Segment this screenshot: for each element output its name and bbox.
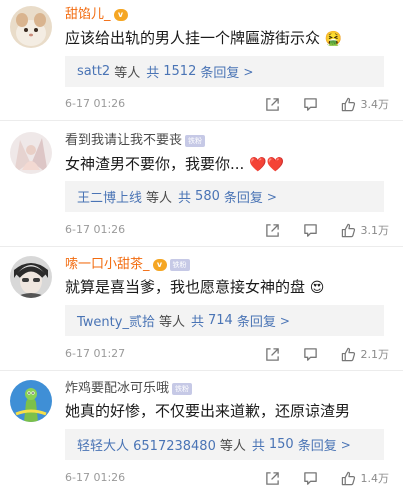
reply-suffix[interactable]: 条回复 <box>200 62 239 81</box>
avatar[interactable] <box>10 380 52 422</box>
comment-feed: 甜馅儿_ v 应该给出轨的男人挂一个牌匾游街示众 🤮 satt2 等人 共 15… <box>0 0 403 493</box>
thumbs-up-icon[interactable] <box>341 222 357 238</box>
reply-suffix[interactable]: 条回复 <box>224 187 263 206</box>
comment-text-body: 她真的好惨，不仅要出来道歉，还原谅渣男 <box>65 402 351 420</box>
like-count: 3.4万 <box>360 98 390 111</box>
comment-item: 嗦一口小甜茶_ v 铁粉 就算是喜当爹，我也愿意接女神的盘 😍 Twenty_贰… <box>0 246 403 370</box>
reply-total-prefix[interactable]: 共 <box>191 311 204 330</box>
comment-icon[interactable] <box>303 222 319 238</box>
reply-total-prefix[interactable]: 共 <box>146 62 159 81</box>
reply-count[interactable]: 1512 <box>163 64 196 79</box>
username[interactable]: 炸鸡要配冰可乐哦 <box>65 380 169 398</box>
comment-item: 甜馅儿_ v 应该给出轨的男人挂一个牌匾游街示众 🤮 satt2 等人 共 15… <box>0 0 403 120</box>
thumbs-up-icon[interactable] <box>341 346 357 362</box>
comment-text: 女神渣男不要你，我要你... ❤️❤️ <box>65 153 284 176</box>
fan-badge: 铁粉 <box>172 383 193 395</box>
replies-summary[interactable]: Twenty_贰拾 等人 共 714 条回复 > <box>65 305 384 336</box>
thumbs-up-icon[interactable] <box>341 96 357 112</box>
username[interactable]: 甜馅儿_ <box>65 6 111 24</box>
comment-text: 她真的好惨，不仅要出来道歉，还原谅渣男 <box>65 400 350 422</box>
share-icon[interactable] <box>265 222 281 238</box>
chevron-right-icon: > <box>266 189 277 204</box>
comment-icon[interactable] <box>303 96 319 112</box>
reply-count[interactable]: 714 <box>208 313 233 328</box>
reply-who-label: 等人 <box>219 439 246 454</box>
like-count: 1.4万 <box>360 472 390 485</box>
avatar[interactable] <box>10 6 52 48</box>
username[interactable]: 看到我请让我不要丧 <box>65 132 182 150</box>
comment-item: 看到我请让我不要丧 铁粉 女神渣男不要你，我要你... ❤️❤️ 王二博上线 等… <box>0 120 403 246</box>
chevron-right-icon: > <box>279 313 290 328</box>
vip-badge-icon: v <box>152 259 167 271</box>
comment-emoji: 🤮 <box>324 31 343 47</box>
reply-who-label: 等人 <box>146 191 173 206</box>
comment-text: 应该给出轨的男人挂一个牌匾游街示众 🤮 <box>65 27 342 50</box>
share-icon[interactable] <box>265 470 281 486</box>
reply-suffix[interactable]: 条回复 <box>237 311 276 330</box>
comment-text-body: 应该给出轨的男人挂一个牌匾游街示众 <box>65 29 321 47</box>
timestamp: 6-17 01:27 <box>65 347 126 360</box>
reply-users[interactable]: Twenty_贰拾 <box>77 311 155 330</box>
comment-text-body: 就算是喜当爹，我也愿意接女神的盘 <box>65 278 306 296</box>
reply-count[interactable]: 150 <box>269 437 294 452</box>
timestamp: 6-17 01:26 <box>65 97 126 110</box>
reply-count[interactable]: 580 <box>195 189 220 204</box>
reply-users[interactable]: 轻轻大人 6517238480 <box>77 435 216 454</box>
like-count: 3.1万 <box>360 224 390 237</box>
like-count: 2.1万 <box>360 348 390 361</box>
comment-emoji: 😍 <box>309 280 325 296</box>
thumbs-up-icon[interactable] <box>341 470 357 486</box>
fan-badge: 铁粉 <box>185 135 206 147</box>
replies-summary[interactable]: satt2 等人 共 1512 条回复 > <box>65 56 384 87</box>
comment-text: 就算是喜当爹，我也愿意接女神的盘 😍 <box>65 276 324 299</box>
comment-item: 炸鸡要配冰可乐哦 铁粉 她真的好惨，不仅要出来道歉，还原谅渣男 轻轻大人 651… <box>0 370 403 493</box>
reply-users[interactable]: satt2 <box>77 64 110 79</box>
reply-who-label: 等人 <box>158 315 185 330</box>
avatar[interactable] <box>10 132 52 174</box>
avatar[interactable] <box>10 256 52 298</box>
comment-emoji: ❤️❤️ <box>249 157 284 173</box>
timestamp: 6-17 01:26 <box>65 471 126 484</box>
comment-icon[interactable] <box>303 470 319 486</box>
chevron-right-icon: > <box>243 64 254 79</box>
reply-users[interactable]: 王二博上线 <box>77 187 142 206</box>
chevron-right-icon: > <box>340 437 351 452</box>
share-icon[interactable] <box>265 346 281 362</box>
comment-icon[interactable] <box>303 346 319 362</box>
timestamp: 6-17 01:26 <box>65 223 126 236</box>
fan-badge: 铁粉 <box>169 259 190 271</box>
reply-total-prefix[interactable]: 共 <box>178 187 191 206</box>
replies-summary[interactable]: 轻轻大人 6517238480 等人 共 150 条回复 > <box>65 429 384 460</box>
replies-summary[interactable]: 王二博上线 等人 共 580 条回复 > <box>65 181 384 212</box>
share-icon[interactable] <box>265 96 281 112</box>
reply-who-label: 等人 <box>114 66 141 81</box>
vip-badge-icon: v <box>113 9 128 21</box>
comment-text-body: 女神渣男不要你，我要你... <box>65 155 245 173</box>
username[interactable]: 嗦一口小甜茶_ <box>65 256 150 274</box>
reply-total-prefix[interactable]: 共 <box>252 435 265 454</box>
reply-suffix[interactable]: 条回复 <box>298 435 337 454</box>
